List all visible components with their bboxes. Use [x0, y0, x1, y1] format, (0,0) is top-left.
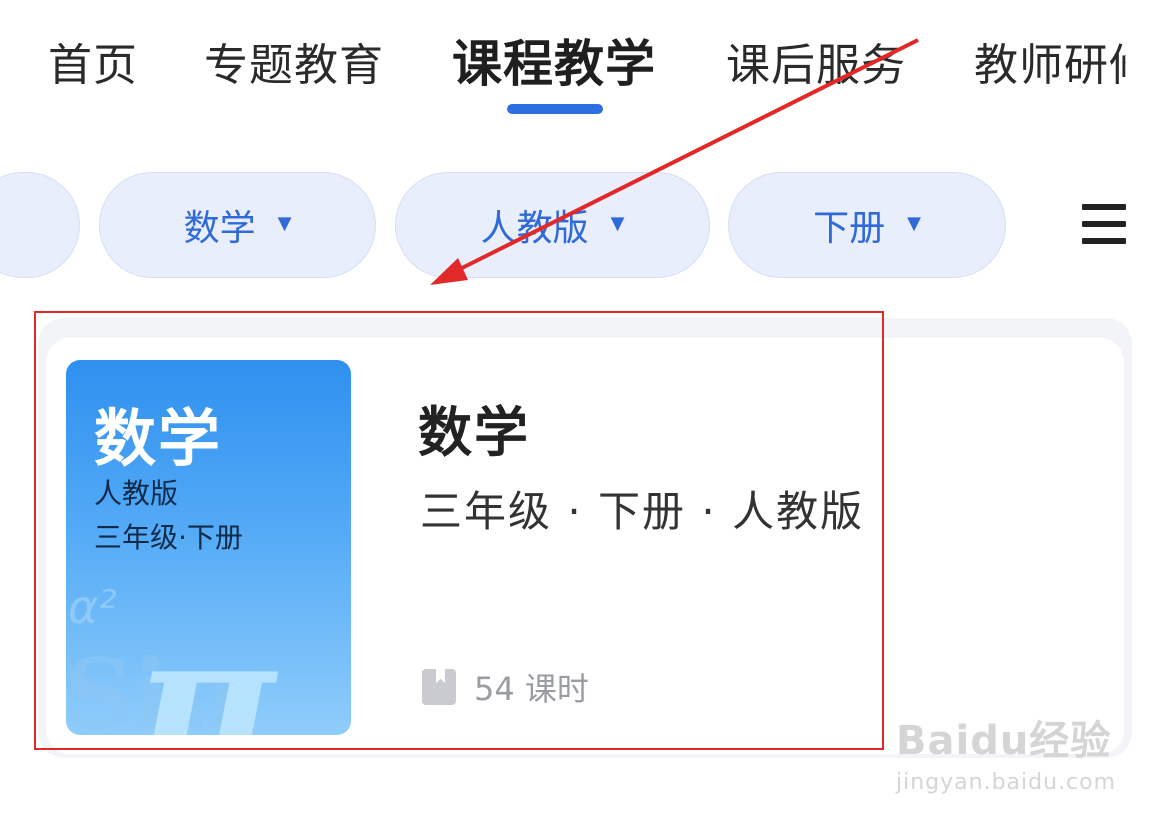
annotation-highlight-box: [34, 311, 884, 750]
filter-edition-label: 人教版: [480, 208, 589, 249]
filter-volume[interactable]: 下册 ▼: [728, 172, 1006, 278]
tab-special-education[interactable]: 专题教育: [204, 34, 384, 98]
hamburger-menu-icon[interactable]: [1082, 204, 1126, 244]
filter-subject-label: 数学: [183, 208, 256, 249]
filter-subject[interactable]: 数学 ▼: [99, 172, 376, 278]
caret-down-icon: ▼: [907, 212, 921, 234]
filter-edition[interactable]: 人教版 ▼: [395, 172, 710, 278]
tab-course-teaching[interactable]: 课程教学: [452, 32, 656, 96]
tab-after-school-service[interactable]: 课后服务: [726, 34, 906, 98]
filter-volume-label: 下册: [813, 208, 886, 249]
watermark-brand: Baidu经验: [896, 718, 1112, 764]
caret-down-icon: ▼: [277, 212, 292, 234]
filter-pill-clipped[interactable]: [0, 172, 80, 278]
tab-home[interactable]: 首页: [48, 34, 138, 98]
tab-teacher-training[interactable]: 教师研修: [974, 34, 1126, 98]
watermark: Baidu经验 jingyan.baidu.com: [896, 708, 1116, 795]
active-tab-indicator: [507, 104, 603, 114]
caret-down-icon: ▼: [610, 212, 625, 234]
top-tab-bar: 首页 专题教育 课程教学 课后服务 教师研修: [0, 0, 1126, 130]
watermark-url: jingyan.baidu.com: [896, 770, 1117, 795]
